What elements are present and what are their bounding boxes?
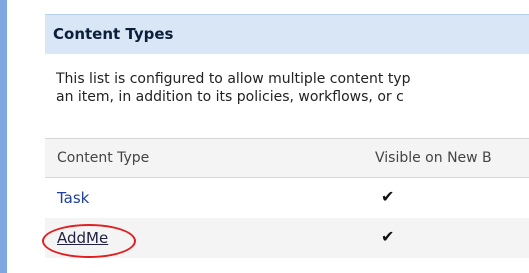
checkmark-icon: ✔ (381, 187, 395, 206)
table-header-row: Content Type Visible on New B (45, 138, 529, 178)
left-accent-bar (0, 0, 7, 273)
section-header: Content Types (45, 14, 529, 54)
content-type-link-addme[interactable]: AddMe (57, 229, 108, 247)
content-type-link-task[interactable]: Task (57, 189, 89, 207)
description-line-2: an item, in addition to its policies, wo… (56, 89, 404, 105)
content-types-table: Content Type Visible on New B Task ✔ Add… (45, 138, 529, 258)
column-header-content-type: Content Type (57, 150, 150, 166)
section-title: Content Types (53, 25, 174, 43)
checkmark-icon: ✔ (381, 227, 395, 246)
section-description: This list is configured to allow multipl… (56, 70, 410, 106)
table-row: Task ✔ (45, 178, 529, 218)
table-row: AddMe ✔ (45, 218, 529, 258)
description-line-1: This list is configured to allow multipl… (56, 71, 411, 87)
column-header-visible-on-new: Visible on New B (375, 150, 492, 166)
